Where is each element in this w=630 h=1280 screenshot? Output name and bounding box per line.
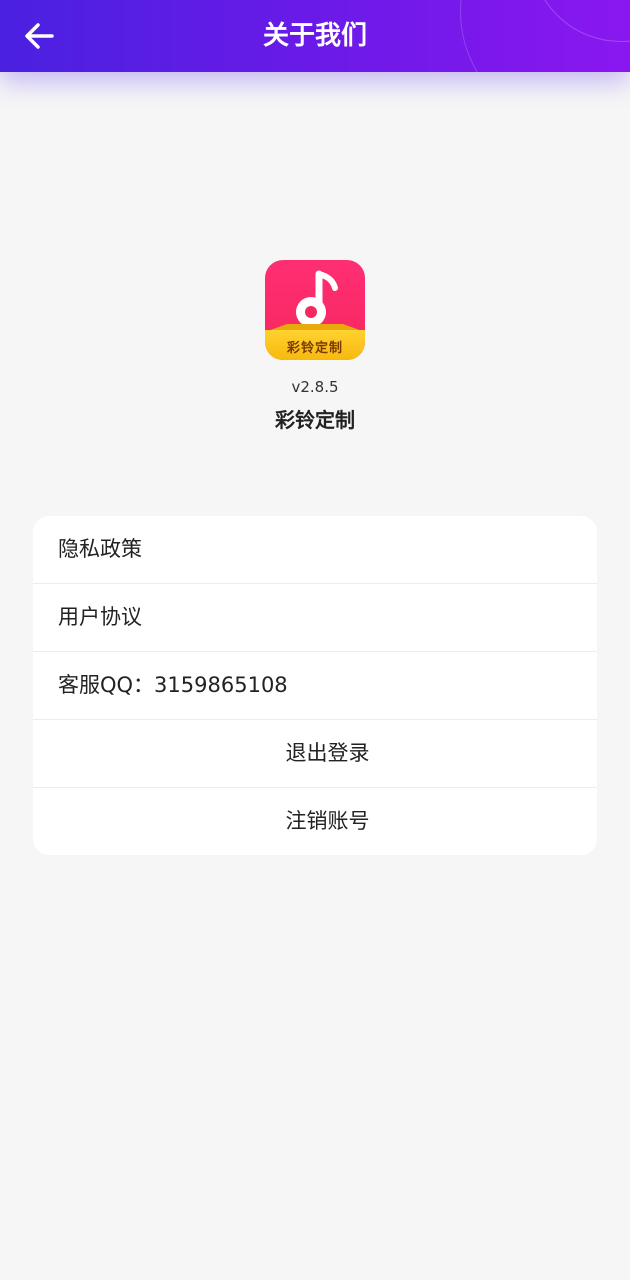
app-version: v2.8.5	[291, 378, 339, 396]
app-logo: 彩铃定制	[265, 260, 365, 360]
customer-service-qq-item[interactable]: 客服QQ：3159865108	[33, 652, 597, 720]
arrow-left-icon	[25, 23, 54, 49]
app-name: 彩铃定制	[275, 408, 355, 432]
logo-text: 彩铃定制	[286, 341, 343, 356]
page-title: 关于我们	[262, 21, 367, 51]
privacy-policy-item[interactable]: 隐私政策	[33, 516, 597, 584]
delete-account-button[interactable]: 注销账号	[33, 788, 597, 855]
back-button[interactable]	[18, 18, 62, 54]
header-bar: 关于我们	[0, 0, 630, 72]
user-agreement-item[interactable]: 用户协议	[33, 584, 597, 652]
logout-button[interactable]: 退出登录	[33, 720, 597, 788]
settings-card: 隐私政策 用户协议 客服QQ：3159865108 退出登录 注销账号	[33, 516, 597, 855]
